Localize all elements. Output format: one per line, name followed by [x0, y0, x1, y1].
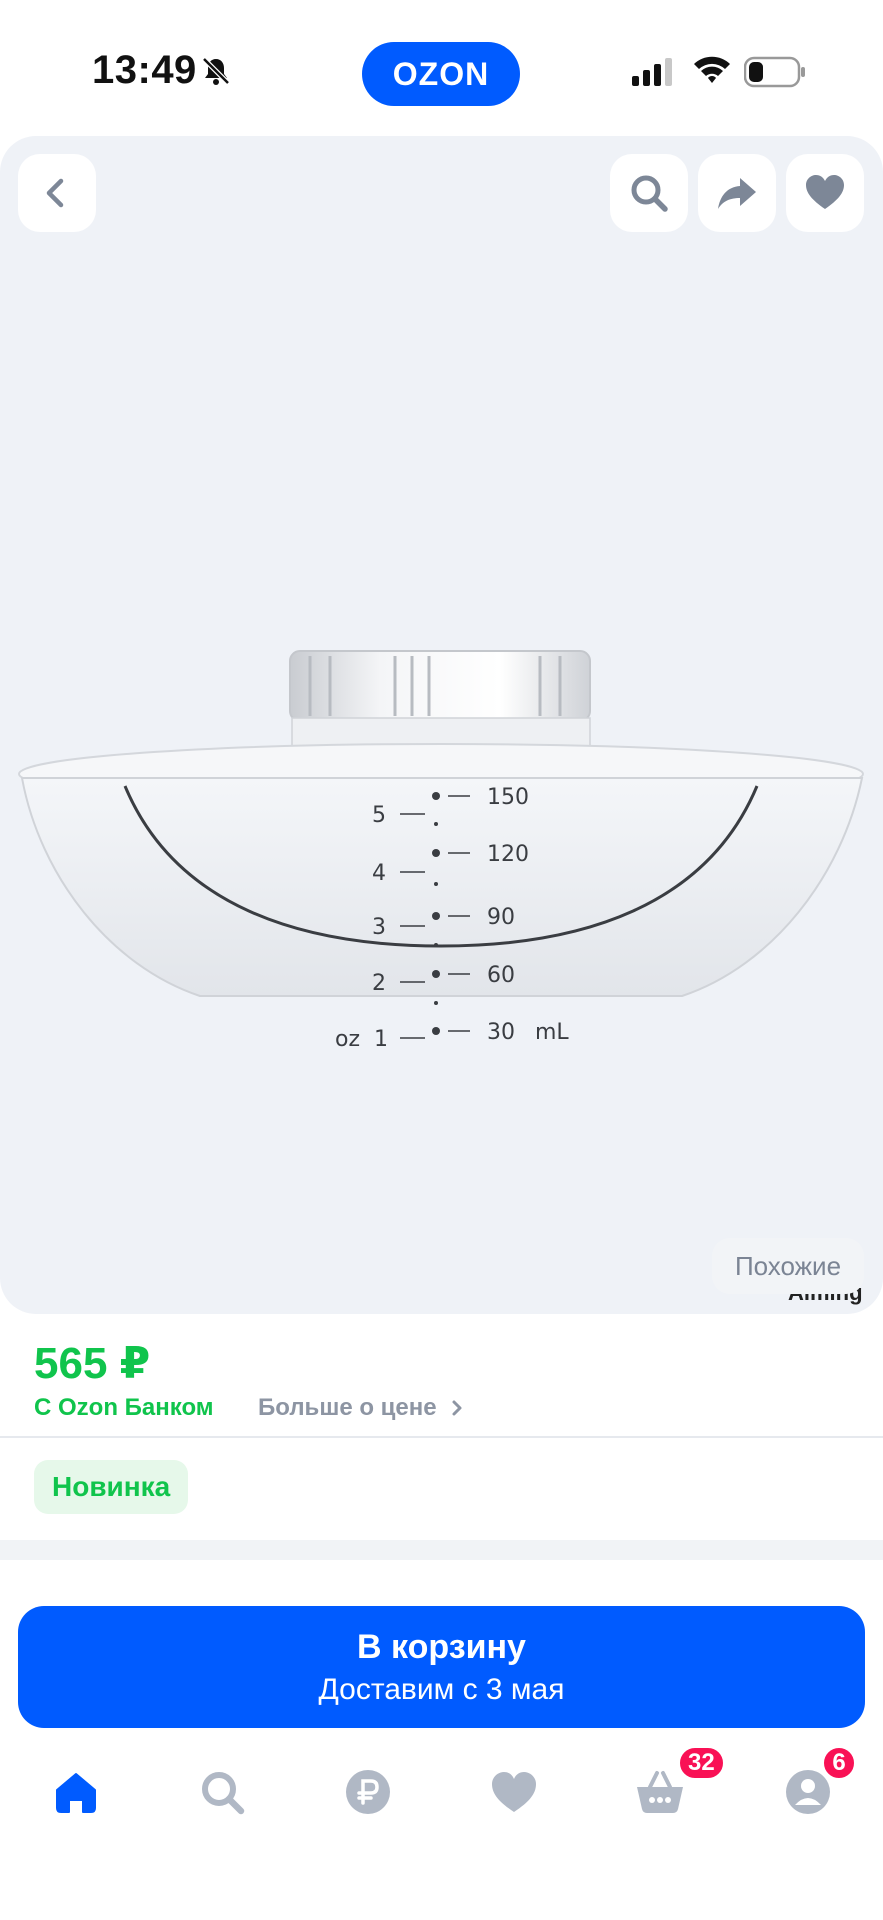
scale-ml-150: 150: [487, 785, 529, 810]
new-badge: Новинка: [34, 1460, 189, 1514]
add-to-cart-label: В корзину: [357, 1628, 526, 1666]
ruble-icon: [346, 1770, 390, 1814]
scale-ml-90: 90: [487, 905, 515, 930]
back-icon: [46, 178, 64, 208]
section-gap: [0, 1540, 883, 1560]
product-image[interactable]: 150 120 90 60 30 mL 5 4 3 2 1 oz: [0, 496, 883, 1116]
status-time: 13:49: [92, 48, 197, 92]
heart-icon: [492, 1772, 536, 1812]
nav-finance[interactable]: [338, 1762, 398, 1822]
ozon-bank-price-note[interactable]: С Ozon Банком: [34, 1394, 214, 1422]
gallery-search-button[interactable]: [610, 154, 688, 232]
signal-icon: [632, 58, 672, 86]
delivery-date: Доставим с 3 мая: [318, 1673, 565, 1706]
search-icon: [631, 175, 668, 212]
ozon-logo[interactable]: OZON: [362, 42, 520, 106]
scale-oz-2: 2: [372, 971, 386, 996]
home-icon: [56, 1773, 96, 1813]
profile-notification-badge: 6: [822, 1746, 856, 1780]
battery-icon: [744, 56, 805, 88]
nav-search[interactable]: [192, 1762, 252, 1822]
chevron-right-icon: [452, 1400, 462, 1416]
price-block: 565 ₽ С Ozon Банком Больше о цене Новинк…: [0, 1314, 883, 1540]
search-icon: [202, 1772, 245, 1815]
share-button[interactable]: [698, 154, 776, 232]
bell-muted-icon: [202, 57, 230, 85]
scale-oz-unit: oz: [335, 1027, 360, 1052]
heart-icon: [806, 175, 844, 209]
basket-icon: [637, 1771, 683, 1813]
scale-oz-5: 5: [372, 803, 386, 828]
bottom-navigation: 32 6: [0, 1740, 883, 1850]
scale-ml-30: 30: [487, 1020, 515, 1045]
scale-ml-120: 120: [487, 842, 529, 867]
scale-oz-3: 3: [372, 915, 386, 940]
divider: [0, 1436, 883, 1438]
product-gallery[interactable]: 150 120 90 60 30 mL 5 4 3 2 1 oz Aiming …: [0, 136, 883, 1314]
nav-home[interactable]: [46, 1762, 106, 1822]
profile-icon: [786, 1770, 830, 1814]
more-about-price-label: Больше о цене: [258, 1394, 437, 1421]
scale-oz-1: 1: [374, 1027, 388, 1052]
scale-ml-unit: mL: [535, 1020, 569, 1045]
add-to-cart-button[interactable]: В корзину Доставим с 3 мая: [18, 1606, 865, 1728]
back-button[interactable]: [18, 154, 96, 232]
share-icon: [718, 178, 756, 209]
status-bar: 13:49 OZON: [0, 0, 883, 140]
more-about-price-link[interactable]: Больше о цене: [258, 1394, 465, 1422]
favorite-button[interactable]: [786, 154, 864, 232]
nav-favorites[interactable]: [484, 1762, 544, 1822]
similar-button[interactable]: Похожие: [712, 1238, 864, 1294]
wifi-icon: [694, 56, 730, 83]
cart-count-badge: 32: [678, 1746, 725, 1780]
price: 565 ₽: [34, 1339, 151, 1388]
scale-ml-60: 60: [487, 963, 515, 988]
scale-oz-4: 4: [372, 861, 386, 886]
